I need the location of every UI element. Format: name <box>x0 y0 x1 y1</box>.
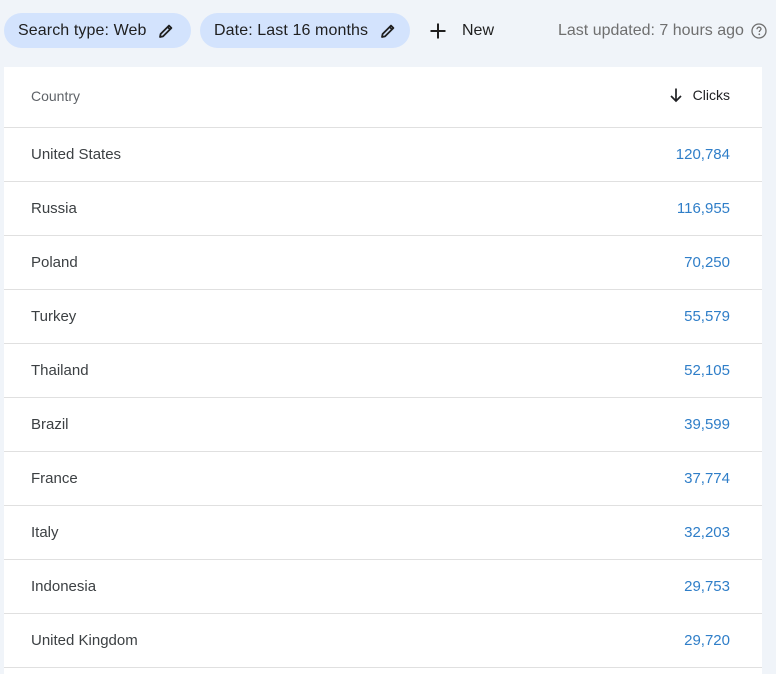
country-cell: Russia <box>31 200 77 217</box>
country-column-header[interactable]: Country <box>31 88 80 104</box>
search-type-chip-label: Search type: Web <box>18 21 147 39</box>
country-cell: Turkey <box>31 308 77 325</box>
country-cell: France <box>31 470 78 487</box>
clicks-cell: 29,720 <box>684 632 730 649</box>
table-row[interactable]: Italy 32,203 <box>4 506 762 560</box>
clicks-cell: 52,105 <box>684 362 730 379</box>
new-filter-button[interactable]: New <box>428 13 494 48</box>
table-row[interactable]: United Kingdom 29,720 <box>4 614 762 668</box>
clicks-cell: 37,774 <box>684 470 730 487</box>
clicks-header-label: Clicks <box>692 87 730 103</box>
clicks-cell: 39,599 <box>684 416 730 433</box>
pencil-icon[interactable] <box>158 23 174 39</box>
pencil-icon[interactable] <box>380 23 396 39</box>
search-type-filter-chip[interactable]: Search type: Web <box>4 13 191 48</box>
table-row[interactable]: France 37,774 <box>4 452 762 506</box>
clicks-cell: 29,753 <box>684 578 730 595</box>
clicks-cell: 70,250 <box>684 254 730 271</box>
country-clicks-table: Country Clicks United States 120,784 Rus… <box>4 67 762 674</box>
table-body: United States 120,784 Russia 116,955 Pol… <box>4 128 762 668</box>
country-cell: Indonesia <box>31 578 97 595</box>
table-row[interactable]: Brazil 39,599 <box>4 398 762 452</box>
date-chip-label: Date: Last 16 months <box>214 21 369 39</box>
filter-toolbar: Search type: Web Date: Last 16 months Ne… <box>0 0 776 62</box>
table-row[interactable]: Indonesia 29,753 <box>4 560 762 614</box>
clicks-cell: 55,579 <box>684 308 730 325</box>
table-row[interactable]: Thailand 52,105 <box>4 344 762 398</box>
country-cell: Italy <box>31 524 59 541</box>
table-row[interactable]: Poland 70,250 <box>4 236 762 290</box>
country-cell: Poland <box>31 254 78 271</box>
date-filter-chip[interactable]: Date: Last 16 months <box>200 13 410 48</box>
table-row[interactable]: United States 120,784 <box>4 128 762 182</box>
table-row[interactable]: Russia 116,955 <box>4 182 762 236</box>
arrow-down-icon <box>669 87 683 103</box>
plus-icon <box>428 21 448 41</box>
last-updated-status: Last updated: 7 hours ago <box>558 13 767 48</box>
country-cell: United States <box>31 146 122 163</box>
clicks-cell: 32,203 <box>684 524 730 541</box>
clicks-cell: 116,955 <box>676 200 730 217</box>
clicks-column-header[interactable]: Clicks <box>669 87 730 103</box>
table-header: Country Clicks <box>4 67 762 128</box>
country-cell: United Kingdom <box>31 632 138 649</box>
new-button-label: New <box>462 21 495 39</box>
table-row[interactable]: Turkey 55,579 <box>4 290 762 344</box>
last-updated-text: Last updated: 7 hours ago <box>558 21 744 39</box>
help-icon[interactable] <box>751 22 767 39</box>
clicks-cell: 120,784 <box>675 146 730 163</box>
country-cell: Brazil <box>31 416 69 433</box>
country-cell: Thailand <box>31 362 89 379</box>
